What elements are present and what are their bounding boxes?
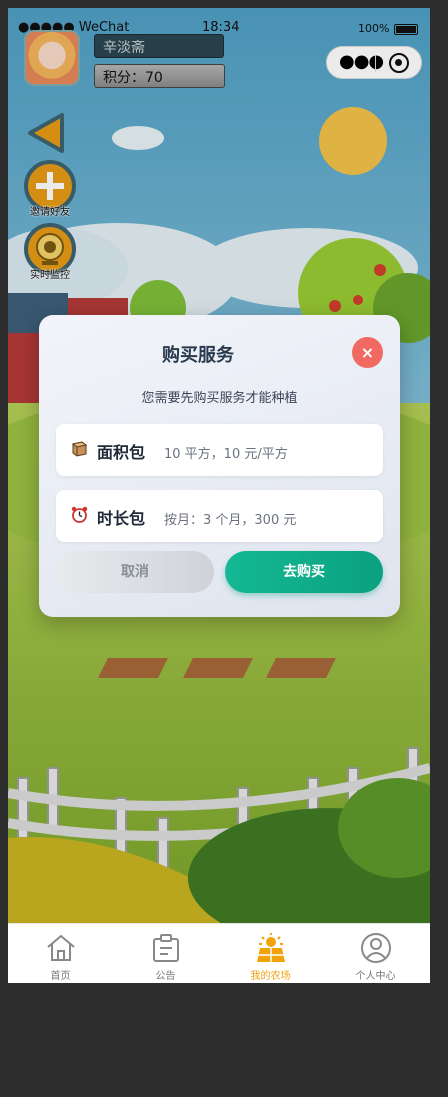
home-icon — [47, 934, 75, 961]
notice-icon — [153, 934, 179, 962]
duration-package-name: 时长包 — [97, 509, 146, 528]
alarm-clock-icon — [71, 506, 88, 523]
phone-frame: ●●●●● WeChat 18:34 100% 辛淡斋 积分：70 ●●● 邀请… — [8, 8, 430, 983]
dialog-subtitle: 您需要先购买服务才能种植 — [141, 391, 298, 406]
tab-profile-label: 个人中心 — [355, 971, 396, 982]
tab-notice-label: 公告 — [155, 971, 176, 982]
dialog-title: 购买服务 — [162, 345, 234, 366]
tab-notice[interactable]: 公告 — [113, 924, 218, 983]
user-icon — [361, 933, 391, 963]
go-buy-button[interactable]: 去购买 — [225, 551, 383, 593]
tab-my-farm-label: 我的农场 — [250, 971, 291, 982]
close-button[interactable]: × — [352, 337, 383, 368]
tab-bar: 首页 公告 我的农场 个人中心 — [8, 923, 430, 983]
purchase-dialog: 购买服务 × 您需要先购买服务才能种植 面积包 10 平方，10 元/平方 时长… — [39, 315, 400, 617]
area-package-card[interactable]: 面积包 10 平方，10 元/平方 — [56, 424, 383, 476]
cancel-button[interactable]: 取消 — [56, 551, 214, 593]
tab-profile[interactable]: 个人中心 — [323, 924, 428, 983]
tab-home-label: 首页 — [50, 971, 71, 982]
area-package-desc: 10 平方，10 元/平方 — [164, 447, 288, 462]
farm-icon — [257, 933, 285, 962]
duration-package-card[interactable]: 时长包 按月：3 个月，300 元 — [56, 490, 383, 542]
duration-package-desc: 按月：3 个月，300 元 — [164, 513, 297, 528]
tab-my-farm[interactable]: 我的农场 — [218, 924, 323, 983]
box-icon — [71, 441, 88, 457]
tab-home[interactable]: 首页 — [8, 924, 113, 983]
area-package-name: 面积包 — [97, 443, 146, 462]
